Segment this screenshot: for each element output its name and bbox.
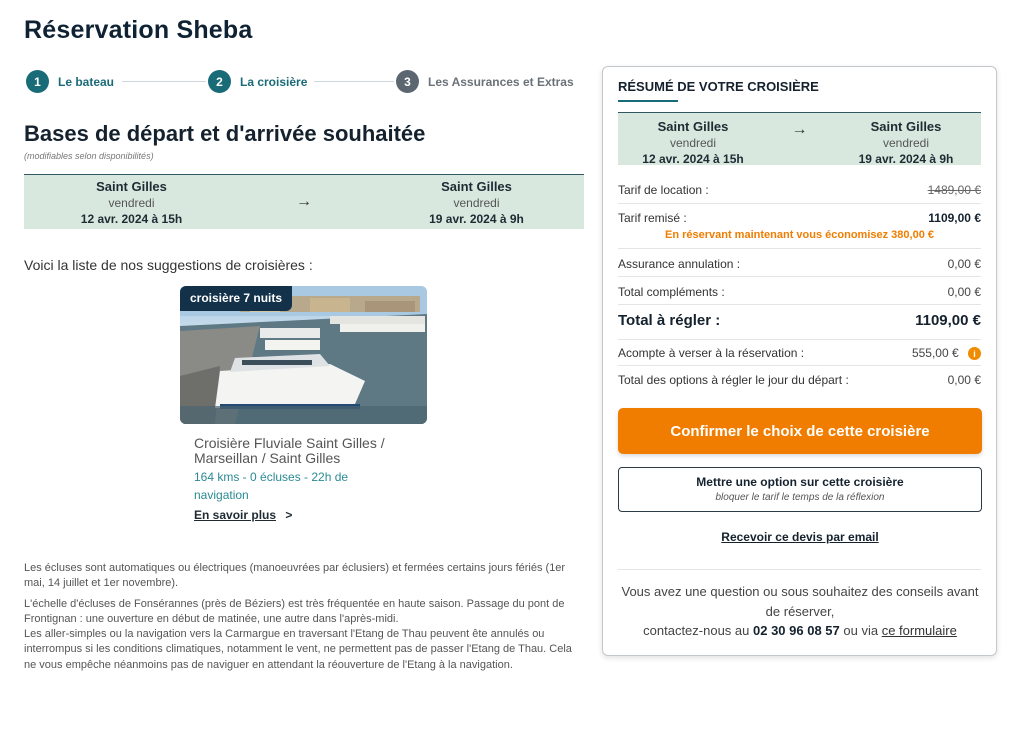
contact-prefix: contactez-nous au — [643, 623, 750, 638]
step-number: 3 — [396, 70, 419, 93]
step-label: La croisière — [240, 74, 308, 89]
suggestions-intro: Voici la liste de nos suggestions de cro… — [24, 257, 313, 273]
summary-arrival: Saint Gilles vendredi 19 avr. 2024 à 9h — [831, 113, 981, 166]
arrival-city: Saint Gilles — [441, 179, 512, 194]
total-value: 1109,00 € — [915, 312, 981, 329]
arrival-date: 19 avr. 2024 à 9h — [429, 212, 524, 226]
arrival-city: Saint Gilles — [870, 119, 942, 134]
arrow-right-icon: → — [791, 121, 808, 138]
deposit-row: Acompte à verser à la réservation : 555,… — [618, 346, 981, 361]
departure-city: Saint Gilles — [657, 119, 729, 134]
insurance-row: Assurance annulation : 0,00 € — [618, 257, 981, 271]
cruise-photo[interactable]: croisière 7 nuits — [180, 286, 427, 424]
deposit-label: Acompte à verser à la réservation : — [618, 346, 805, 361]
rental-price-value: 1489,00 € — [927, 183, 981, 197]
departure-city: Saint Gilles — [96, 179, 167, 194]
extras-label: Total compléments : — [618, 285, 725, 299]
cruise-name[interactable]: Croisière Fluviale Saint Gilles / Marsei… — [194, 436, 424, 466]
note-paragraph: L'échelle d'écluses de Fonsérannes (près… — [24, 597, 565, 625]
discount-price-label: Tarif remisé : — [618, 211, 687, 225]
learn-more-link[interactable]: En savoir plus > — [194, 508, 427, 522]
departure-date: 12 avr. 2024 à 15h — [80, 212, 183, 226]
divider — [618, 203, 981, 204]
savings-notice: En réservant maintenant vous économisez … — [664, 229, 934, 241]
insurance-label: Assurance annulation : — [618, 257, 741, 271]
chevron-right-icon: > — [285, 508, 293, 522]
rental-price-row: Tarif de location : 1489,00 € — [618, 183, 981, 197]
discount-price-value: 1109,00 € — [928, 211, 981, 225]
step-connector — [122, 81, 206, 82]
divider — [618, 365, 981, 366]
arrival-date: 19 avr. 2024 à 9h — [858, 152, 954, 166]
title-underline — [618, 100, 678, 102]
step-label: Les Assurances et Extras — [428, 74, 574, 89]
note-paragraph: Les écluses sont automatiques ou électri… — [24, 562, 566, 590]
page-title: Réservation Sheba — [24, 16, 253, 44]
route-departure: Saint Gilles vendredi 12 avr. 2024 à 15h — [24, 175, 239, 229]
note-paragraph: Les aller-simples ou la navigation vers … — [24, 628, 572, 671]
divider — [618, 276, 981, 277]
cruise-duration-badge: croisière 7 nuits — [180, 286, 293, 311]
step-boat[interactable]: 1 Le bateau — [26, 70, 114, 93]
navigation-notes: Les écluses sont automatiques ou électri… — [24, 561, 584, 678]
divider — [618, 304, 981, 305]
step-label: Le bateau — [58, 74, 115, 89]
cruise-card[interactable]: croisière 7 nuits Croisière Fluviale Sai… — [180, 286, 427, 522]
hold-option-subtitle: bloquer le tarif le temps de la réflexio… — [715, 492, 885, 503]
total-row: Total à régler : 1109,00 € — [618, 312, 981, 329]
email-quote-link[interactable]: Recevoir ce devis par email — [618, 530, 982, 544]
contact-block: Vous avez une question ou sous souhaitez… — [618, 582, 982, 641]
route-summary: Saint Gilles vendredi 12 avr. 2024 à 15h… — [24, 174, 584, 229]
summary-route: Saint Gilles vendredi 12 avr. 2024 à 15h… — [618, 112, 981, 166]
options-label: Total des options à régler le jour du dé… — [618, 373, 849, 387]
options-row: Total des options à régler le jour du dé… — [618, 373, 981, 387]
section-subtitle: (modifiables selon disponibilités) — [24, 151, 154, 161]
cruise-summary-panel: RÉSUMÉ DE VOTRE CROISIÈRE Saint Gilles v… — [602, 66, 997, 656]
hold-option-title: Mettre une option sur cette croisière — [696, 475, 904, 489]
step-connector — [314, 81, 394, 82]
confirm-cruise-button[interactable]: Confirmer le choix de cette croisière — [618, 408, 982, 454]
contact-line: contactez-nous au 02 30 96 08 57 ou via … — [618, 621, 982, 641]
options-value: 0,00 € — [947, 373, 981, 387]
divider — [618, 339, 981, 340]
total-label: Total à régler : — [618, 312, 721, 329]
step-insurance-extras[interactable]: 3 Les Assurances et Extras — [396, 70, 574, 93]
cruise-details: 164 kms - 0 écluses - 22h de navigation — [194, 470, 349, 502]
route-arrival: Saint Gilles vendredi 19 avr. 2024 à 9h — [369, 175, 584, 229]
contact-phone[interactable]: 02 30 96 08 57 — [753, 623, 840, 638]
divider — [618, 569, 981, 570]
summary-departure: Saint Gilles vendredi 12 avr. 2024 à 15h — [618, 113, 768, 166]
learn-more-label: En savoir plus — [194, 508, 277, 522]
rental-price-label: Tarif de location : — [618, 183, 709, 197]
contact-form-link[interactable]: ce formulaire — [882, 623, 957, 638]
departure-date: 12 avr. 2024 à 15h — [642, 152, 744, 166]
booking-stepper: 1 Le bateau 2 La croisière 3 Les Assuran… — [26, 70, 586, 94]
departure-day: vendredi — [108, 196, 155, 210]
step-number: 2 — [208, 70, 231, 93]
extras-row: Total compléments : 0,00 € — [618, 285, 981, 299]
contact-question: Vous avez une question ou sous souhaitez… — [621, 584, 979, 619]
section-title: Bases de départ et d'arrivée souhaitée — [24, 121, 426, 146]
step-cruise[interactable]: 2 La croisière — [208, 70, 307, 93]
deposit-value: 555,00 € — [911, 346, 959, 360]
extras-value: 0,00 € — [947, 285, 981, 299]
arrow-right-icon: → — [296, 193, 312, 210]
summary-title: RÉSUMÉ DE VOTRE CROISIÈRE — [618, 79, 819, 94]
arrival-day: vendredi — [882, 136, 930, 150]
hold-option-button[interactable]: Mettre une option sur cette croisière bl… — [618, 467, 982, 512]
divider — [618, 248, 981, 249]
contact-mid: ou via — [843, 623, 879, 638]
step-number: 1 — [26, 70, 49, 93]
insurance-value: 0,00 € — [947, 257, 981, 271]
info-icon[interactable]: i — [968, 347, 981, 361]
departure-day: vendredi — [669, 136, 717, 150]
arrival-day: vendredi — [453, 196, 500, 210]
discount-price-row: Tarif remisé : 1109,00 € — [618, 211, 981, 225]
